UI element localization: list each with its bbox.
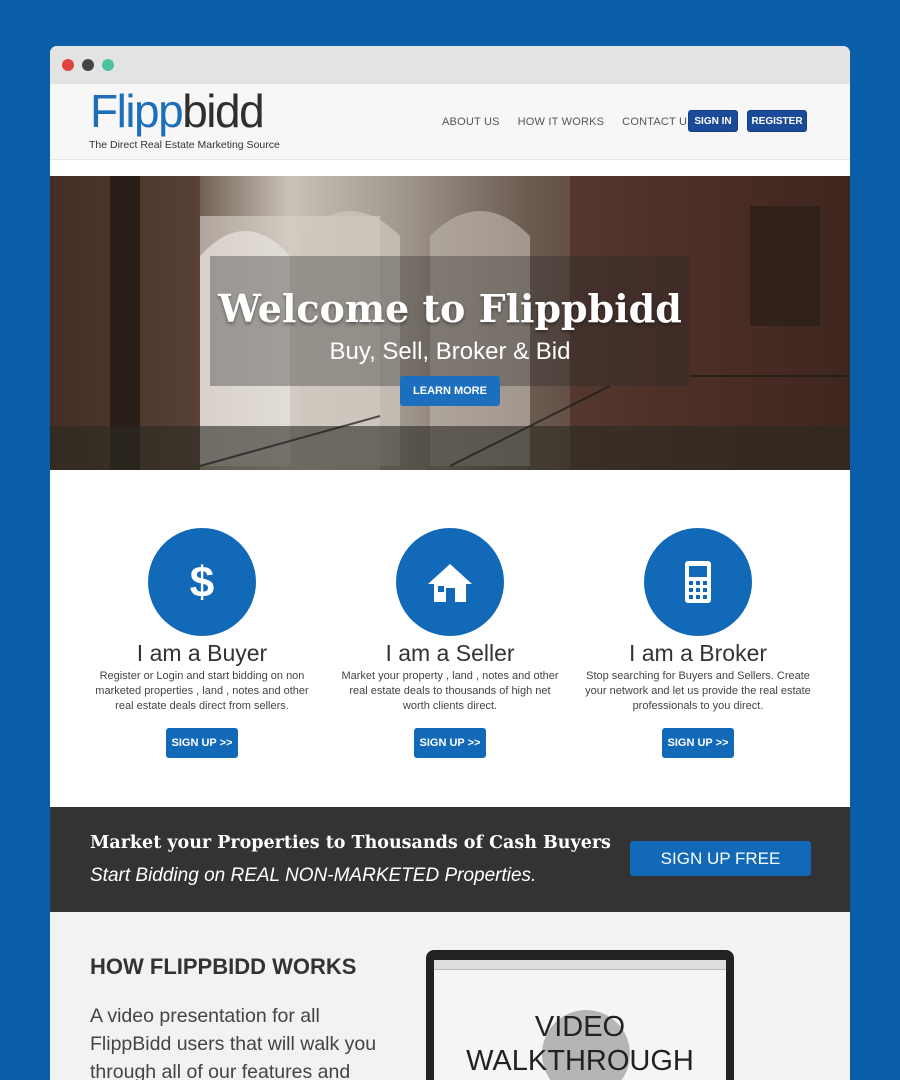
main-nav: ABOUT US HOW IT WORKS CONTACT US [442,116,695,128]
close-dot[interactable] [62,59,74,71]
video-screen[interactable]: VIDEO WALKTHROUGH [434,960,726,1080]
tagline: The Direct Real Estate Marketing Source [89,139,280,151]
site-header: Flippbidd The Direct Real Estate Marketi… [50,84,850,160]
cta-band: Market your Properties to Thousands of C… [50,807,850,912]
learn-more-button[interactable]: LEARN MORE [400,376,500,406]
feature-text: Stop searching for Buyers and Sellers. C… [585,670,811,712]
feature-seller: I am a Seller Market your property , lan… [326,528,574,758]
cta-title: Market your Properties to Thousands of C… [90,833,611,853]
hero-banner: Welcome to Flippbidd Buy, Sell, Broker &… [50,176,850,470]
how-heading: HOW FLIPPBIDD WORKS [90,954,357,979]
dollar-icon: $ [148,528,256,636]
cta-subtitle: Start Bidding on REAL NON-MARKETED Prope… [90,865,537,886]
seller-sign-up-button[interactable]: SIGN UP >> [414,728,486,758]
svg-text:$: $ [190,558,214,607]
logo-part-1: Flipp [90,85,184,137]
nav-contact-us[interactable]: CONTACT US [622,116,695,128]
broker-sign-up-button[interactable]: SIGN UP >> [662,728,734,758]
feature-text: Market your property , land , notes and … [341,670,559,712]
buyer-sign-up-button[interactable]: SIGN UP >> [166,728,238,758]
nav-how-it-works[interactable]: HOW IT WORKS [518,116,605,128]
video-title-line-2: WALKTHROUGH [466,1045,694,1077]
video-title: VIDEO WALKTHROUGH [434,1010,726,1078]
maximize-dot[interactable] [102,59,114,71]
video-laptop: VIDEO WALKTHROUGH [426,950,734,1080]
how-it-works-section: HOW FLIPPBIDD WORKS A video presentation… [50,912,850,1080]
phone-icon [644,528,752,636]
logo-part-2: bidd [182,85,264,137]
video-browser-bar [434,960,726,970]
register-button[interactable]: REGISTER [747,110,807,132]
how-text: A video presentation for all FlippBidd u… [90,1005,377,1080]
feature-title: I am a Seller [385,640,515,666]
feature-text: Register or Login and start bidding on n… [95,670,309,712]
feature-broker: I am a Broker Stop searching for Buyers … [574,528,822,758]
browser-chrome [50,46,850,84]
nav-about-us[interactable]: ABOUT US [442,116,500,128]
minimize-dot[interactable] [82,59,94,71]
feature-buyer: $ I am a Buyer Register or Login and sta… [78,528,326,758]
video-title-line-1: VIDEO [534,1011,626,1043]
hero-subtitle: Buy, Sell, Broker & Bid [329,338,571,365]
hero-title: Welcome to Flippbidd [218,286,682,331]
sign-in-button[interactable]: SIGN IN [688,110,738,132]
feature-title: I am a Buyer [136,640,268,666]
logo[interactable]: Flippbidd [90,85,265,137]
features-section: $ I am a Buyer Register or Login and sta… [50,470,850,807]
browser-window: Flippbidd The Direct Real Estate Marketi… [50,46,850,1080]
house-icon [396,528,504,636]
feature-title: I am a Broker [628,640,768,666]
sign-up-free-button[interactable]: SIGN UP FREE [630,841,811,876]
